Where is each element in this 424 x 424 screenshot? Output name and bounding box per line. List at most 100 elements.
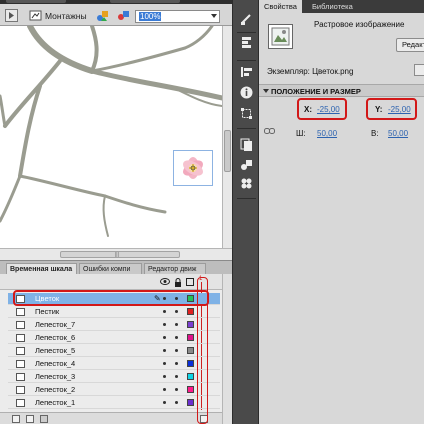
eye-icon[interactable] xyxy=(160,278,170,287)
align-icon[interactable] xyxy=(239,35,254,50)
chain-link-icon[interactable] xyxy=(264,127,275,138)
chevron-down-icon xyxy=(211,14,217,18)
layer-name[interactable]: Лепесток_3 xyxy=(35,372,75,381)
properties-panel: Свойства Библиотека Растровое изображени… xyxy=(259,0,424,424)
scene-icon xyxy=(29,10,42,21)
zoom-select[interactable]: 100% xyxy=(135,10,220,23)
edit-symbols-icon[interactable] xyxy=(95,8,110,23)
layer-toggle-dot[interactable] xyxy=(175,401,178,404)
lock-icon[interactable] xyxy=(174,278,182,289)
layer-toggle-dot[interactable] xyxy=(163,310,166,313)
scroll-thumb[interactable] xyxy=(224,130,231,172)
layer-color-swatch[interactable] xyxy=(187,399,194,406)
delete-layer-icon[interactable] xyxy=(40,415,48,423)
layer-color-swatch[interactable] xyxy=(187,386,194,393)
layer-row[interactable]: Лепесток_6 xyxy=(8,332,220,344)
divider xyxy=(237,60,256,61)
align-panel-icon[interactable] xyxy=(239,64,254,79)
new-folder-icon[interactable] xyxy=(26,415,34,423)
layer-icon xyxy=(16,308,25,316)
layer-color-swatch[interactable] xyxy=(187,334,194,341)
timeline-header: 1 xyxy=(0,274,222,290)
layer-toggle-dot[interactable] xyxy=(175,388,178,391)
stage-vertical-scrollbar[interactable] xyxy=(222,26,232,248)
scroll-thumb[interactable] xyxy=(60,251,180,258)
layer-color-swatch[interactable] xyxy=(187,347,194,354)
layer-toggle-dot[interactable] xyxy=(163,362,166,365)
width-label: Ш: xyxy=(296,129,306,138)
instance-label: Экземпляр: Цветок.png xyxy=(267,67,354,76)
components-icon[interactable] xyxy=(239,176,254,191)
layer-color-swatch[interactable] xyxy=(187,308,194,315)
layer-toggle-dot[interactable] xyxy=(163,349,166,352)
edit-scene-icon[interactable] xyxy=(116,8,131,23)
layer-name[interactable]: Лепесток_7 xyxy=(35,320,75,329)
library-icon[interactable] xyxy=(239,157,254,172)
layer-row[interactable]: Лепесток_2 xyxy=(8,384,220,396)
layer-color-swatch[interactable] xyxy=(187,360,194,367)
height-label: В: xyxy=(371,129,379,138)
layer-name[interactable]: Лепесток_6 xyxy=(35,333,75,342)
history-icon[interactable] xyxy=(239,137,254,152)
document-tab-2[interactable] xyxy=(110,0,180,3)
height-value[interactable]: 50,00 xyxy=(388,129,408,138)
stage-canvas[interactable] xyxy=(0,26,222,248)
layer-name[interactable]: Лепесток_1 xyxy=(35,398,75,407)
outline-icon[interactable] xyxy=(186,278,194,288)
layer-toggle-dot[interactable] xyxy=(163,336,166,339)
timeline-vertical-scrollbar[interactable] xyxy=(222,274,232,424)
layer-row[interactable]: Лепесток_1 xyxy=(8,397,220,409)
edit-button[interactable]: Редакт xyxy=(396,38,424,52)
swap-button[interactable] xyxy=(414,64,424,76)
layer-row[interactable]: Лепесток_7 xyxy=(8,319,220,331)
layer-row[interactable]: Лепесток_4 xyxy=(8,358,220,370)
layer-toggle-dot[interactable] xyxy=(175,362,178,365)
info-icon[interactable] xyxy=(239,85,254,100)
layer-toggle-dot[interactable] xyxy=(175,336,178,339)
section-position-size[interactable]: ПОЛОЖЕНИЕ И РАЗМЕР xyxy=(259,84,424,97)
scene-label: Монтажны xyxy=(45,10,87,21)
flower-image xyxy=(183,157,203,179)
new-layer-icon[interactable] xyxy=(12,415,20,423)
layer-toggle-dot[interactable] xyxy=(163,388,166,391)
layer-toggle-dot[interactable] xyxy=(175,323,178,326)
back-arrow-icon[interactable] xyxy=(4,8,19,23)
layer-row[interactable]: Пестик xyxy=(8,306,220,318)
layer-toggle-dot[interactable] xyxy=(163,375,166,378)
zoom-value: 100% xyxy=(139,12,162,21)
layer-name[interactable]: Лепесток_2 xyxy=(35,385,75,394)
layer-name[interactable]: Пестик xyxy=(35,307,59,316)
layer-color-swatch[interactable] xyxy=(187,373,194,380)
layer-name[interactable]: Лепесток_4 xyxy=(35,359,75,368)
stage-horizontal-scrollbar[interactable]: ||| xyxy=(0,248,232,260)
layer-name[interactable]: Лепесток_5 xyxy=(35,346,75,355)
layer-toggle-dot[interactable] xyxy=(163,401,166,404)
layer-toggle-dot[interactable] xyxy=(175,310,178,313)
width-value[interactable]: 50,00 xyxy=(317,129,337,138)
timeline-footer xyxy=(0,412,222,424)
layer-icon xyxy=(16,334,25,342)
scene-button[interactable]: Монтажны xyxy=(26,8,90,23)
object-type-label: Растровое изображение xyxy=(314,20,405,29)
highlight-y-field xyxy=(366,98,417,120)
transform-icon[interactable] xyxy=(239,106,254,121)
layer-row[interactable]: Лепесток_5 xyxy=(8,345,220,357)
document-tab-1[interactable] xyxy=(6,0,66,3)
layer-toggle-dot[interactable] xyxy=(163,323,166,326)
tab-properties[interactable]: Свойства xyxy=(259,0,302,13)
layer-toggle-dot[interactable] xyxy=(175,349,178,352)
highlight-selected-layer xyxy=(13,290,209,306)
grip-icon: ||| xyxy=(115,252,119,258)
tab-library[interactable]: Библиотека xyxy=(307,0,358,13)
layer-icon xyxy=(16,321,25,329)
highlight-frame-column xyxy=(197,277,208,424)
layer-icon xyxy=(16,386,25,394)
layer-row[interactable]: Лепесток_3 xyxy=(8,371,220,383)
flower-instance[interactable] xyxy=(173,150,213,186)
section-title: ПОЛОЖЕНИЕ И РАЗМЕР xyxy=(271,87,361,96)
layer-color-swatch[interactable] xyxy=(187,321,194,328)
layer-toggle-dot[interactable] xyxy=(175,375,178,378)
edit-bar: Монтажны 100% xyxy=(0,4,232,26)
color-icon[interactable] xyxy=(239,12,254,27)
divider xyxy=(237,198,256,199)
